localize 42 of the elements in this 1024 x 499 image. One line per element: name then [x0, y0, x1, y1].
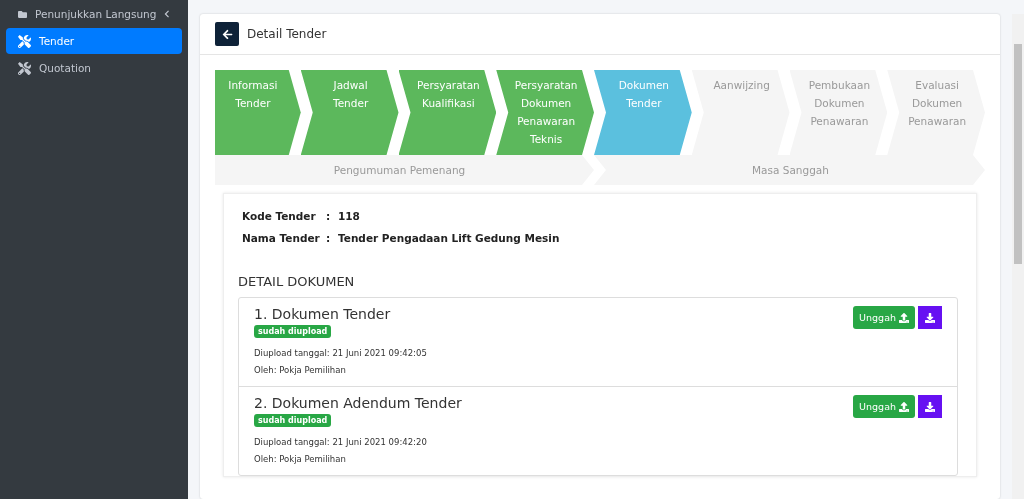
- tools-icon: [18, 34, 31, 48]
- upload-date: Diupload tanggal: 21 Juni 2021 09:42:20: [254, 437, 427, 447]
- colon-separator: :: [326, 210, 332, 222]
- upload-button[interactable]: Unggah: [853, 395, 915, 418]
- sidebar-item[interactable]: Penunjukkan Langsung: [6, 1, 182, 27]
- scrollbar[interactable]: [1012, 14, 1024, 499]
- wizard-step[interactable]: Dokumen Tender: [594, 70, 692, 155]
- download-button[interactable]: [918, 395, 942, 418]
- info-value: Tender Pengadaan Lift Gedung Mesin: [338, 232, 560, 244]
- download-icon: [925, 401, 935, 412]
- document-title: 2. Dokumen Adendum Tender: [254, 395, 462, 411]
- colon-separator: :: [326, 232, 332, 244]
- status-badge: sudah diupload: [254, 325, 332, 338]
- sidebar-item[interactable]: Quotation: [6, 55, 182, 81]
- section-title: DETAIL DOKUMEN: [238, 274, 356, 289]
- page-title: Detail Tender: [247, 27, 327, 41]
- wizard-step[interactable]: Pembukaan Dokumen Penawaran: [789, 70, 888, 155]
- upload-button[interactable]: Unggah: [853, 306, 915, 329]
- status-badge: sudah diupload: [254, 414, 332, 427]
- wizard-step[interactable]: Aanwijzing: [691, 70, 790, 155]
- back-button[interactable]: [215, 22, 239, 46]
- sidebar-item[interactable]: Tender: [6, 28, 182, 54]
- upload-icon: [899, 401, 909, 412]
- uploader: Oleh: Pokja Pemilihan: [254, 365, 346, 375]
- wizard-step[interactable]: Pengumuman Pemenang: [215, 155, 594, 185]
- download-icon: [925, 312, 935, 323]
- wizard-step[interactable]: Persyaratan Kualifikasi: [398, 70, 497, 155]
- info-label: Nama Tender: [242, 232, 321, 244]
- tools-icon: [18, 61, 31, 75]
- wizard-step[interactable]: Persyaratan Dokumen Penawaran Teknis: [496, 70, 594, 155]
- info-value: 118: [338, 210, 360, 222]
- document-title: 1. Dokumen Tender: [254, 306, 391, 322]
- upload-icon: [899, 312, 909, 323]
- info-label: Kode Tender: [242, 210, 317, 222]
- wizard-step[interactable]: Evaluasi Dokumen Penawaran: [887, 70, 985, 155]
- wizard-step[interactable]: Informasi Tender: [215, 70, 301, 155]
- wizard-step[interactable]: Jadwal Tender: [300, 70, 399, 155]
- arrow-left-icon: [221, 28, 233, 40]
- download-button[interactable]: [918, 306, 942, 329]
- uploader: Oleh: Pokja Pemilihan: [254, 454, 346, 464]
- wizard-step[interactable]: Masa Sanggah: [594, 155, 985, 185]
- upload-date: Diupload tanggal: 21 Juni 2021 09:42:05: [254, 348, 427, 358]
